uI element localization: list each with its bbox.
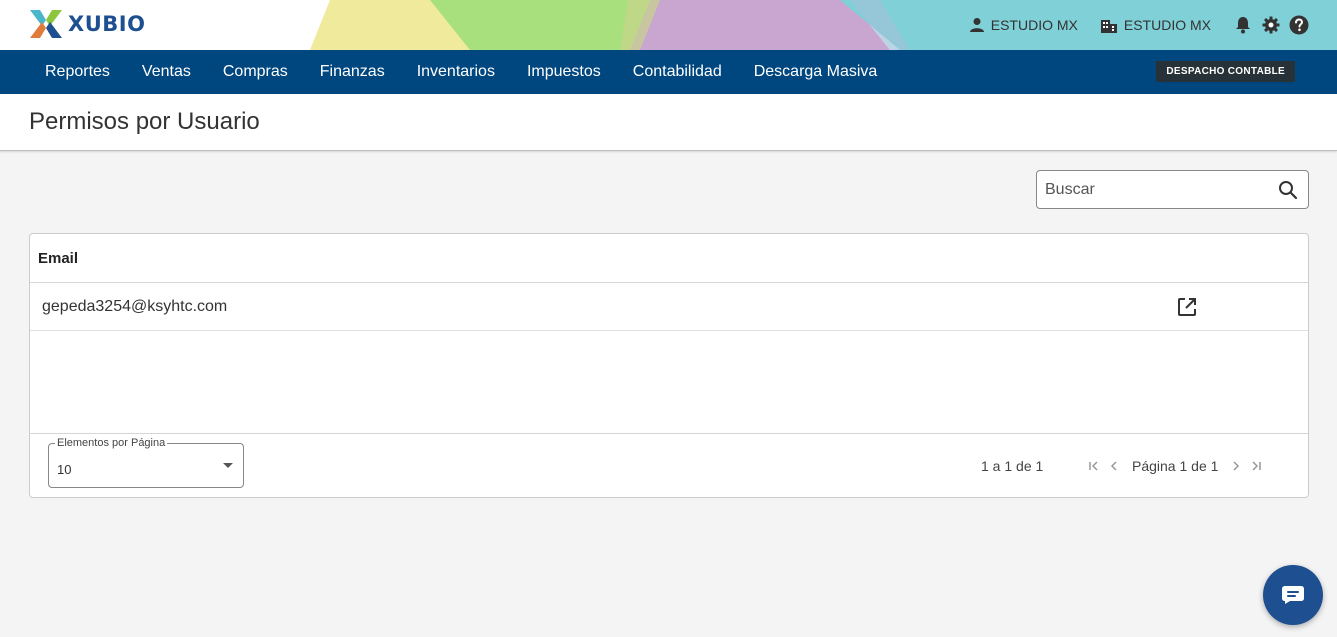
page-header: Permisos por Usuario [0,94,1337,151]
next-page-button[interactable] [1226,456,1246,476]
pagination-range: 1 a 1 de 1 [981,458,1044,474]
table-row[interactable]: gepeda3254@ksyhtc.com [30,283,1308,331]
notifications-button[interactable] [1233,15,1253,35]
chat-icon [1282,586,1304,604]
chevron-down-icon [223,463,233,468]
page-size-value: 10 [57,462,72,477]
previous-page-button[interactable] [1104,456,1124,476]
nav-item-compras[interactable]: Compras [207,50,304,94]
top-header: XUBIO ESTUDIO MX ESTUDIO MX [0,0,1337,50]
person-icon [969,18,984,32]
company-menu[interactable]: ESTUDIO MX [1100,16,1211,34]
company-label: ESTUDIO MX [1123,17,1211,33]
user-label: ESTUDIO MX [990,17,1078,33]
nav-item-impuestos[interactable]: Impuestos [511,50,617,94]
search-box [1036,170,1309,209]
chevron-left-icon [1110,461,1117,471]
last-page-icon [1252,461,1262,471]
header-actions: ESTUDIO MX ESTUDIO MX [969,0,1309,50]
email-cell: gepeda3254@ksyhtc.com [42,298,228,315]
settings-button[interactable] [1261,15,1281,35]
nav-item-contabilidad[interactable]: Contabilidad [617,50,738,94]
page-size-select[interactable]: Elementos por Página 10 [48,437,244,488]
first-page-button[interactable] [1084,456,1104,476]
page-size-label: Elementos por Página [55,437,168,449]
chevron-right-icon [1233,461,1240,471]
bell-icon [1236,17,1250,34]
brand-name: XUBIO [68,12,146,36]
search-input[interactable] [1045,179,1265,201]
search-icon[interactable] [1278,180,1298,200]
nav-item-inventarios[interactable]: Inventarios [401,50,511,94]
nav-item-ventas[interactable]: Ventas [126,50,207,94]
main-nav: Reportes Ventas Compras Finanzas Inventa… [0,50,1337,94]
nav-item-finanzas[interactable]: Finanzas [304,50,401,94]
table-footer: Elementos por Página 10 1 a 1 de 1 Págin… [30,433,1308,498]
nav-item-descarga-masiva[interactable]: Descarga Masiva [738,50,894,94]
building-icon [1100,20,1117,33]
help-button[interactable] [1289,15,1309,35]
xubio-logo-mark [30,10,62,38]
help-icon [1289,15,1309,35]
column-header-email[interactable]: Email [38,250,78,267]
page-title: Permisos por Usuario [29,108,260,135]
last-page-button[interactable] [1246,456,1266,476]
user-menu[interactable]: ESTUDIO MX [969,17,1078,33]
gear-icon [1262,16,1280,34]
users-table: Email gepeda3254@ksyhtc.com Elementos po… [29,233,1309,498]
pagination-controls: Página 1 de 1 [1084,456,1266,476]
table-header: Email [30,234,1308,283]
nav-items: Reportes Ventas Compras Finanzas Inventa… [29,50,893,94]
account-type-badge: DESPACHO CONTABLE [1156,61,1295,82]
page-indicator: Página 1 de 1 [1132,458,1219,474]
xubio-logo[interactable]: XUBIO [28,8,145,40]
open-in-new-icon[interactable] [1176,296,1198,318]
first-page-icon [1089,461,1098,471]
nav-item-reportes[interactable]: Reportes [29,50,126,94]
chat-launcher-button[interactable] [1263,565,1323,625]
